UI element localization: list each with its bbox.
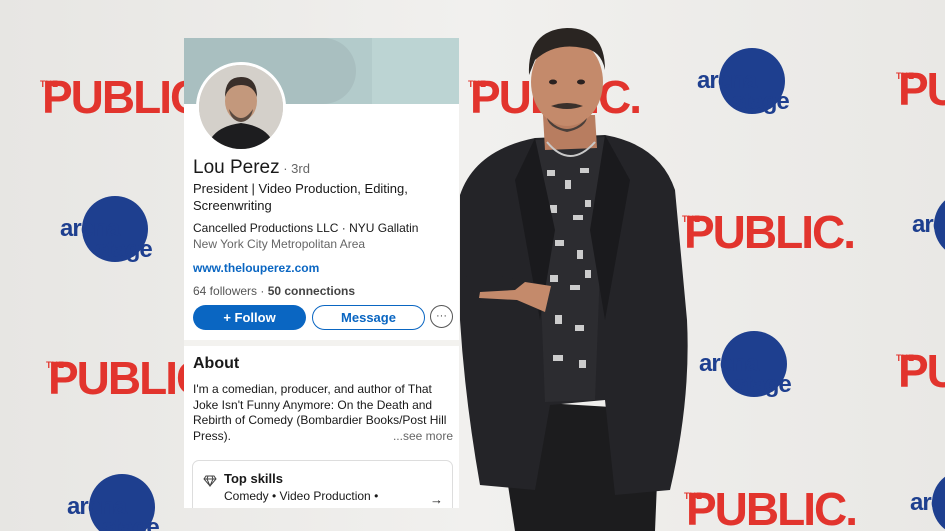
followers-count[interactable]: 64 followers [193, 284, 257, 298]
more-options-button[interactable]: ··· [430, 305, 453, 328]
profile-location: New York City Metropolitan Area [193, 237, 366, 251]
about-heading: About [193, 355, 240, 372]
profile-name: Lou Perez [193, 157, 280, 178]
profile-header-section: Lou Perez · 3rd President | Video Produc… [184, 38, 459, 340]
profile-headline: President | Video Production, Editing, S… [193, 181, 408, 213]
public-theater-logo: THEPUBLIC. [896, 328, 945, 408]
connection-degree: · 3rd [279, 161, 310, 176]
arena-stage-logo: arena stage [699, 331, 809, 411]
profile-stats: 64 followers · 50 connections [193, 284, 355, 298]
see-more-link[interactable]: ...see more [389, 429, 453, 443]
photo-subject-man [460, 28, 688, 531]
arrow-right-icon[interactable]: → [430, 492, 443, 507]
top-skills-heading: Top skills [224, 471, 283, 486]
diamond-icon [203, 475, 217, 487]
follow-button[interactable]: + Follow [193, 305, 306, 330]
public-theater-logo: THEPUBLIC. [682, 185, 856, 265]
profile-website-link[interactable]: www.thelouperez.com [193, 261, 319, 275]
message-button[interactable]: Message [312, 305, 425, 330]
avatar[interactable] [196, 62, 286, 152]
arena-stage-logo: arena stage [910, 470, 945, 531]
top-skills-card[interactable]: Top skills Comedy • Video Production • → [192, 460, 453, 508]
about-section: About I'm a comedian, producer, and auth… [184, 346, 459, 508]
profile-organizations[interactable]: Cancelled Productions LLC · NYU Gallatin [193, 221, 418, 235]
arena-stage-logo: arena stage [60, 196, 170, 276]
arena-stage-logo: arena stage [912, 192, 945, 272]
public-theater-logo: THEPUBLIC. [896, 46, 945, 126]
arena-stage-logo: arena stage [697, 48, 807, 128]
stats-separator: · [257, 284, 268, 298]
connections-count[interactable]: 50 connections [268, 284, 355, 298]
linkedin-profile-card: Lou Perez · 3rd President | Video Produc… [184, 38, 459, 508]
arena-stage-logo: arena stage [67, 474, 177, 531]
public-theater-logo: THEPUBLIC. [684, 462, 858, 531]
top-skills-list: Comedy • Video Production • [224, 489, 379, 503]
